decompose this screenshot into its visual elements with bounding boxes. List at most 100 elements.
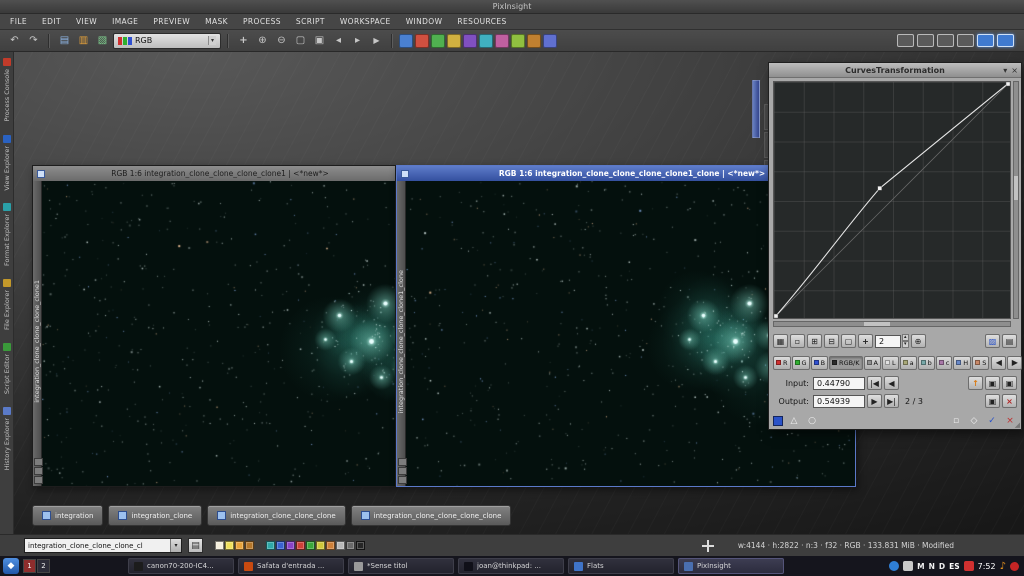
palette-swatch[interactable] — [336, 541, 345, 550]
zoom-in-icon[interactable]: ⊞ — [807, 334, 822, 348]
menu-image[interactable]: IMAGE — [112, 17, 138, 26]
channel-ca-button[interactable]: a — [900, 356, 917, 370]
output-value-field[interactable]: 0.54939 — [813, 395, 865, 408]
next-channel-icon[interactable]: ▶ — [1007, 356, 1022, 370]
palette-swatch[interactable] — [326, 541, 335, 550]
menu-mask[interactable]: MASK — [205, 17, 228, 26]
restore-curve-icon[interactable]: ▤ — [1002, 334, 1017, 348]
sidebar-item-file-explorer[interactable]: File Explorer — [3, 279, 11, 330]
chevron-down-icon[interactable]: ▾ — [170, 539, 181, 552]
workspace-6-icon[interactable] — [997, 34, 1014, 47]
menu-preview[interactable]: PREVIEW — [153, 17, 190, 26]
new-instance-icon[interactable]: △ — [787, 414, 801, 427]
curves-plot[interactable] — [773, 81, 1011, 319]
store-curve-icon[interactable]: ▨ — [985, 334, 1000, 348]
taskbar-window-untitled[interactable]: *Sense titol — [348, 558, 454, 574]
show-grid-icon[interactable]: ▦ — [773, 334, 788, 348]
resize-grip[interactable]: ◢ — [1015, 421, 1020, 429]
tray-battery-icon[interactable] — [964, 561, 974, 571]
workspace-3-icon[interactable] — [937, 34, 954, 47]
zoom-1-1-icon[interactable]: ▣ — [311, 33, 328, 49]
channel-rgbk-button[interactable]: RGB/K — [829, 356, 862, 370]
next-view-icon[interactable]: ▸ — [349, 33, 366, 49]
mask-toggle-icon[interactable]: ▧ — [94, 33, 111, 49]
show-all-curves-icon[interactable]: ▫ — [790, 334, 805, 348]
pointer-tool-icon[interactable]: ▶ — [368, 33, 385, 49]
process-icon-8[interactable] — [511, 34, 525, 48]
sidebar-item-view-explorer[interactable]: View Explorer — [3, 135, 11, 191]
palette-swatch[interactable] — [215, 541, 224, 550]
redo-icon[interactable]: ↷ — [25, 33, 42, 49]
delete-point-icon[interactable]: × — [1002, 394, 1017, 408]
last-point-icon[interactable]: ▶| — [884, 394, 899, 408]
palette-swatch[interactable] — [286, 541, 295, 550]
workspace-5-icon[interactable] — [977, 34, 994, 47]
tray-clipboard-icon[interactable] — [903, 561, 913, 571]
zoom-out-tool-icon[interactable]: ⊖ — [273, 33, 290, 49]
process-icon-2[interactable] — [415, 34, 429, 48]
first-point-icon[interactable]: |◀ — [867, 376, 882, 390]
fit-view-icon[interactable]: ▢ — [292, 33, 309, 49]
window-tab-integration-clone-clone-clone-clone[interactable]: integration_clone_clone_clone_clone — [351, 505, 512, 526]
histogram-icon[interactable]: ▥ — [75, 33, 92, 49]
plot-vertical-scrollbar[interactable] — [1013, 81, 1019, 319]
prev-channel-icon[interactable]: ◀ — [991, 356, 1006, 370]
process-icon-1[interactable] — [399, 34, 413, 48]
zoom-spinbox[interactable]: 2 ▴▾ — [875, 334, 909, 348]
image-window-1-view-tab[interactable]: integration_clone_clone_clone_clone1 — [33, 181, 42, 486]
window-tab-integration-clone-clone-clone[interactable]: integration_clone_clone_clone — [207, 505, 345, 526]
zoom-reset-icon[interactable]: ⊕ — [911, 334, 926, 348]
process-icon-5[interactable] — [463, 34, 477, 48]
zoom-value[interactable]: 2 — [875, 335, 901, 348]
interpolation-icon[interactable]: ▣ — [985, 394, 1000, 408]
workspace-1-icon[interactable] — [897, 34, 914, 47]
palette-swatch[interactable] — [356, 541, 365, 550]
view-selector[interactable]: integration_clone_clone_clone_cl ▾ — [24, 538, 182, 553]
palette-swatch[interactable] — [225, 541, 234, 550]
palette-swatch[interactable] — [276, 541, 285, 550]
next-point-icon[interactable]: ▶ — [867, 394, 882, 408]
curves-window-titlebar[interactable]: CurvesTransformation ▾ × — [769, 63, 1021, 78]
prev-view-icon[interactable]: ◂ — [330, 33, 347, 49]
undo-icon[interactable]: ↶ — [6, 33, 23, 49]
zoom-in-tool-icon[interactable]: ⊕ — [254, 33, 271, 49]
tray-notification-icon[interactable] — [1010, 562, 1019, 571]
window-tab-integration[interactable]: integration — [32, 505, 103, 526]
palette-swatch[interactable] — [296, 541, 305, 550]
channel-a-button[interactable]: A — [864, 356, 881, 370]
image-window-2-view-tab[interactable]: integration_clone_clone_clone_clone1_clo… — [397, 181, 406, 486]
palette-swatch[interactable] — [235, 541, 244, 550]
taskbar-window-canon[interactable]: canon70-200-IC4... — [128, 558, 234, 574]
spinner-arrows[interactable]: ▴▾ — [902, 334, 909, 348]
volume-icon[interactable]: ♪ — [1000, 561, 1006, 572]
process-icon-7[interactable] — [495, 34, 509, 48]
window-close-icon[interactable]: × — [1011, 66, 1018, 75]
channel-l-button[interactable]: L — [882, 356, 899, 370]
snap-grid-icon[interactable]: ▣ — [985, 376, 1000, 390]
process-icon-4[interactable] — [447, 34, 461, 48]
pan-cross-icon[interactable] — [702, 540, 714, 552]
workspace-2-icon[interactable] — [917, 34, 934, 47]
edit-instance-icon[interactable] — [773, 416, 783, 426]
menu-workspace[interactable]: WORKSPACE — [340, 17, 391, 26]
pan-mode-icon[interactable]: + — [858, 334, 873, 348]
sidebar-item-process-console[interactable]: Process Console — [3, 58, 11, 122]
desktop-1-button[interactable]: 1 — [23, 559, 36, 573]
keyboard-layout[interactable]: ES — [949, 562, 960, 571]
menu-file[interactable]: FILE — [10, 17, 27, 26]
zoom-fit-icon[interactable]: ▢ — [841, 334, 856, 348]
menu-process[interactable]: PROCESS — [243, 17, 281, 26]
display-palette-left[interactable] — [215, 541, 254, 550]
channel-b-button[interactable]: B — [811, 356, 828, 370]
workspace-4-icon[interactable] — [957, 34, 974, 47]
view-tab-buttons[interactable] — [398, 458, 407, 484]
menu-script[interactable]: SCRIPT — [296, 17, 325, 26]
plot-horizontal-scrollbar[interactable] — [773, 321, 1011, 327]
image-canvas-1[interactable] — [42, 181, 395, 486]
channel-cb-button[interactable]: b — [918, 356, 935, 370]
clock[interactable]: 7:52 — [978, 562, 996, 571]
start-menu-button[interactable]: ◆ — [3, 558, 19, 574]
sidebar-item-script-editor[interactable]: Script Editor — [3, 343, 11, 394]
menu-resources[interactable]: RESOURCES — [457, 17, 506, 26]
menu-view[interactable]: VIEW — [76, 17, 97, 26]
